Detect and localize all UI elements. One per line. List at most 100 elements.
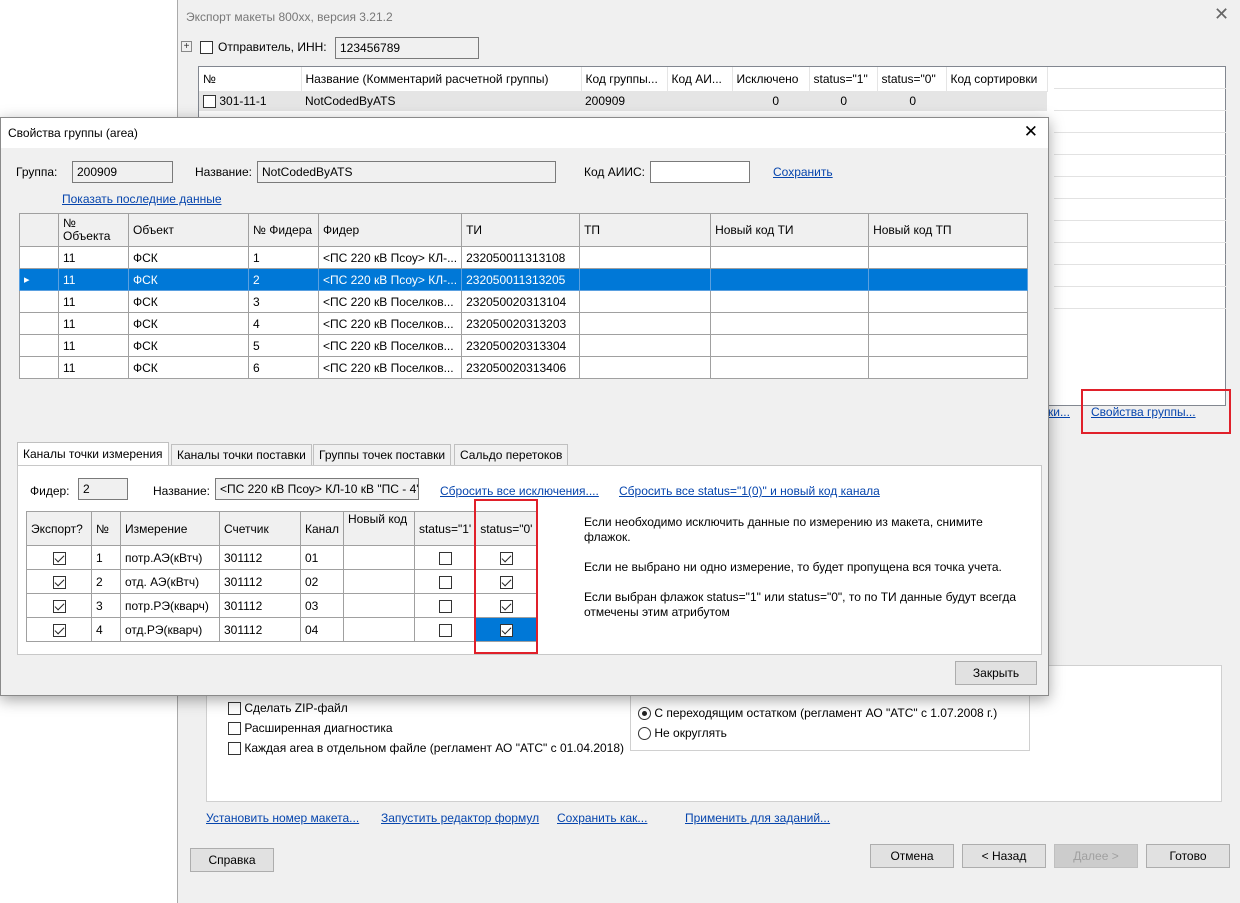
export-checkbox[interactable] <box>52 575 66 589</box>
help-button[interactable]: Справка <box>190 848 274 872</box>
feeders-grid[interactable]: № Объекта Объект № Фидера Фидер ТИ ТП Но… <box>19 213 1029 379</box>
next-button[interactable]: Далее > <box>1054 844 1138 868</box>
feeder-field[interactable]: 2 <box>78 478 128 500</box>
col-tp[interactable]: ТП <box>579 213 712 247</box>
col-name[interactable]: Название (Комментарий расчетной группы) <box>301 67 582 92</box>
cell-new-code[interactable] <box>342 617 415 642</box>
wizard-close-icon[interactable]: ✕ <box>1214 4 1229 25</box>
tab-supply-channels[interactable]: Каналы точки поставки <box>171 444 312 466</box>
export-checkbox[interactable] <box>52 599 66 613</box>
status1-checkbox[interactable] <box>438 599 452 613</box>
done-button[interactable]: Готово <box>1146 844 1230 868</box>
tab-supply-groups[interactable]: Группы точек поставки <box>313 444 452 466</box>
table-row[interactable]: ▸ 11 ФСК 2 <ПС 220 кВ Псоу> КЛ-... 2320500113… <box>19 268 1029 291</box>
radio-noround-option[interactable]: Не округлять <box>638 726 727 741</box>
col-channel[interactable]: Канал <box>300 511 344 546</box>
save-link[interactable]: Сохранить <box>773 165 833 179</box>
formula-editor-link[interactable]: Запустить редактор формул <box>381 811 539 825</box>
cell-new-code[interactable] <box>342 569 415 594</box>
status1-checkbox[interactable] <box>438 623 452 637</box>
col-aiis-code[interactable]: Код АИ... <box>667 67 733 92</box>
export-cell <box>26 569 92 594</box>
row-header[interactable] <box>19 290 59 313</box>
cell-new-code[interactable] <box>342 545 415 570</box>
radio-carry[interactable] <box>638 707 651 721</box>
row-header[interactable] <box>19 334 59 357</box>
expand-plus-icon[interactable]: + <box>181 41 192 52</box>
row-header[interactable] <box>19 312 59 335</box>
cell-ti: 232050020313104 <box>461 290 581 313</box>
table-row[interactable]: 11 ФСК 3 <ПС 220 кВ Поселков... 232050020313… <box>19 290 1029 313</box>
diag-option[interactable]: Расширенная диагностика <box>228 721 393 736</box>
col-status1[interactable]: status="1' <box>413 511 477 546</box>
col-status0[interactable]: status="0" <box>877 67 947 92</box>
zip-option[interactable]: Сделать ZIP-файл <box>228 701 348 716</box>
close-button[interactable]: Закрыть <box>955 661 1037 685</box>
col-feeder[interactable]: Фидер <box>317 213 463 247</box>
col-meter[interactable]: Счетчик <box>219 511 301 546</box>
status1-checkbox[interactable] <box>438 551 452 565</box>
dialog-close-icon[interactable]: ✕ <box>1024 122 1038 142</box>
row-sort <box>946 91 1047 111</box>
each-area-checkbox[interactable] <box>228 742 241 756</box>
reset-exclusions-link[interactable]: Сбросить все исключения.... <box>440 484 599 498</box>
back-button[interactable]: < Назад <box>962 844 1046 868</box>
name-field[interactable]: NotCodedByATS <box>257 161 556 183</box>
table-row[interactable]: 11 ФСК 5 <ПС 220 кВ Поселков... 232050020313… <box>19 334 1029 357</box>
table-row[interactable]: 301-11-1 NotCodedByATS 200909 0 0 0 <box>199 91 1047 111</box>
diag-checkbox[interactable] <box>228 722 241 736</box>
tab-flow-balance[interactable]: Сальдо перетоков <box>454 444 569 466</box>
show-last-data-link[interactable]: Показать последние данные <box>62 192 222 206</box>
col-num[interactable]: № <box>199 67 302 92</box>
row-header[interactable]: ▸ <box>19 268 59 291</box>
col-sort-code[interactable]: Код сортировки <box>946 67 1048 92</box>
radio-noround[interactable] <box>638 727 651 741</box>
table-row[interactable]: 1 потр.АЭ(кВтч) 301112 01 <box>26 545 538 570</box>
sender-checkbox[interactable] <box>200 41 213 55</box>
col-object[interactable]: Объект <box>128 213 249 247</box>
col-group-code[interactable]: Код группы... <box>581 67 668 92</box>
export-checkbox[interactable] <box>52 623 66 637</box>
channels-grid[interactable]: Экспорт? № Измерение Счетчик Канал Новый… <box>26 511 538 642</box>
tab-measurement-channels[interactable]: Каналы точки измерения <box>17 442 169 466</box>
dialog-titlebar: Свойства группы (area) ✕ <box>1 118 1048 148</box>
row-header[interactable] <box>19 246 59 269</box>
row-checkbox[interactable] <box>203 95 216 109</box>
cancel-button[interactable]: Отмена <box>870 844 954 868</box>
zip-checkbox[interactable] <box>228 702 241 716</box>
save-as-link[interactable]: Сохранить как... <box>557 811 647 825</box>
col-object-num[interactable]: № Объекта <box>58 213 129 247</box>
set-layout-number-link[interactable]: Установить номер макета... <box>206 811 359 825</box>
col-status1[interactable]: status="1" <box>809 67 878 92</box>
sender-inn-field[interactable]: 123456789 <box>335 37 479 59</box>
export-checkbox[interactable] <box>52 551 66 565</box>
col-new-ti[interactable]: Новый код ТИ <box>710 213 870 247</box>
table-row[interactable]: 4 отд.РЭ(кварч) 301112 04 <box>26 617 538 642</box>
table-row[interactable]: 2 отд. АЭ(кВтч) 301112 02 <box>26 569 538 594</box>
reset-status-link[interactable]: Сбросить все status="1(0)" и новый код к… <box>619 484 880 498</box>
table-row[interactable]: 3 потр.РЭ(кварч) 301112 03 <box>26 593 538 618</box>
group-label: Группа: <box>16 165 58 179</box>
status1-checkbox[interactable] <box>438 575 452 589</box>
col-export[interactable]: Экспорт? <box>26 511 92 546</box>
table-row[interactable]: 11 ФСК 6 <ПС 220 кВ Поселков... 232050020313… <box>19 356 1029 379</box>
table-row[interactable]: 11 ФСК 1 <ПС 220 кВ Псоу> КЛ-... 23205001131… <box>19 246 1029 269</box>
radio-carry-option[interactable]: С переходящим остатком (регламент АО "АТ… <box>638 706 997 721</box>
group-field[interactable]: 200909 <box>72 161 173 183</box>
col-measurement[interactable]: Измерение <box>120 511 220 546</box>
col-new-tp[interactable]: Новый код ТП <box>868 213 1029 247</box>
row-header[interactable] <box>19 356 59 379</box>
each-area-option[interactable]: Каждая area в отдельном файле (регламент… <box>228 741 624 756</box>
col-num[interactable]: № <box>91 511 121 546</box>
feeder-name-field[interactable]: <ПС 220 кВ Псоу> КЛ-10 кВ "ПС - 4' <box>215 478 419 500</box>
aiis-code-input[interactable] <box>650 161 750 183</box>
col-feeder-num[interactable]: № Фидера <box>248 213 319 247</box>
table-row[interactable]: 11 ФСК 4 <ПС 220 кВ Поселков... 232050020313… <box>19 312 1029 335</box>
partial-link[interactable]: ки... <box>1048 405 1070 419</box>
apply-tasks-link[interactable]: Применить для заданий... <box>685 811 830 825</box>
cell-new-code[interactable] <box>342 593 415 618</box>
col-excluded[interactable]: Исключено <box>732 67 810 92</box>
col-ti[interactable]: ТИ <box>461 213 581 247</box>
cell-new-ti <box>710 246 870 269</box>
col-new-code[interactable]: Новый код <box>342 511 415 546</box>
